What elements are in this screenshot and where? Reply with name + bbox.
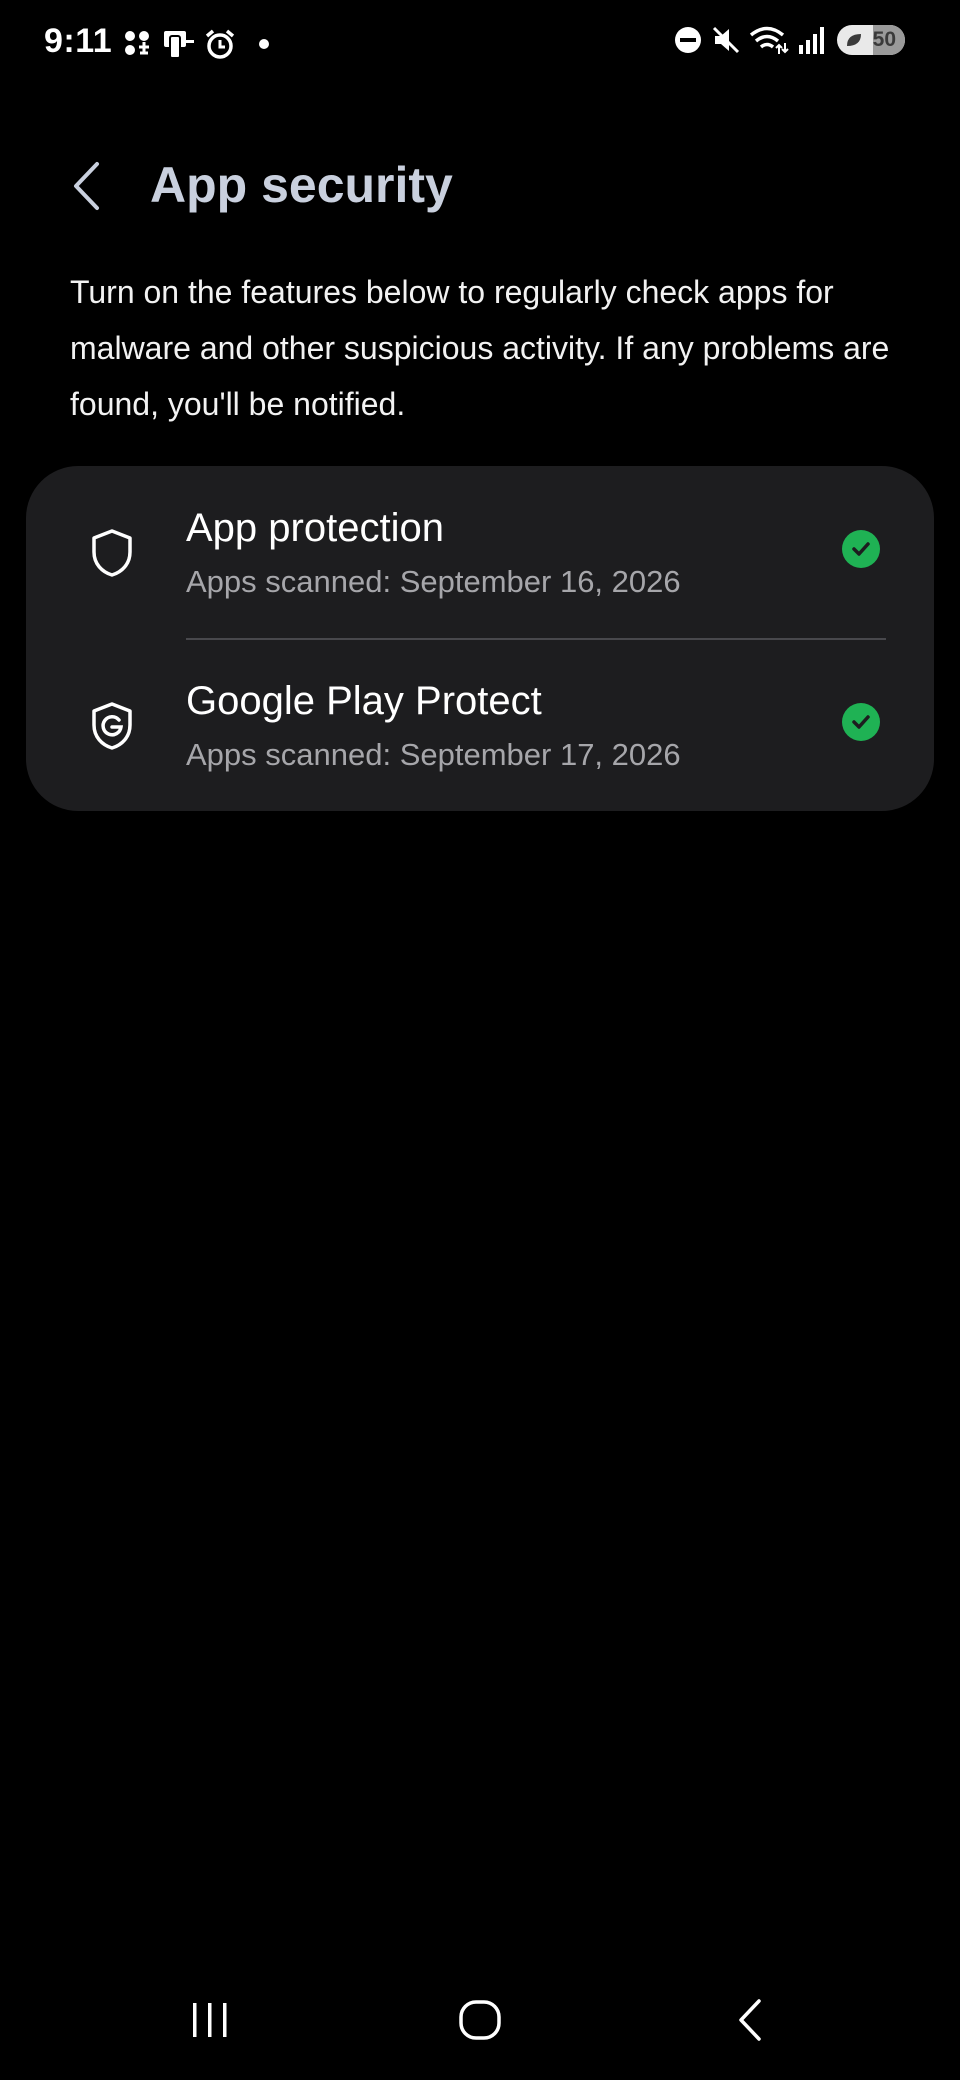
do-not-disturb-icon [673, 25, 703, 55]
page-title: App security [150, 157, 453, 213]
battery-icon: 50 [837, 25, 905, 55]
security-features-card: App protection Apps scanned: September 1… [26, 466, 934, 811]
google-play-protect-scan-date: Apps scanned: September 17, 2026 [186, 737, 681, 772]
back-button[interactable] [66, 158, 106, 214]
google-play-protect-title: Google Play Protect [186, 679, 542, 723]
alarm-icon [204, 28, 236, 60]
list-item-app-protection[interactable]: App protection Apps scanned: September 1… [26, 466, 934, 640]
signal-icon [797, 25, 829, 55]
list-item-google-play-protect[interactable]: Google Play Protect Apps scanned: Septem… [26, 639, 934, 811]
chevron-left-icon [74, 162, 99, 210]
status-left-icons [122, 28, 270, 60]
wifi-icon [749, 24, 789, 56]
description-text: Turn on the features below to regularly … [70, 274, 890, 422]
back-icon [739, 1999, 761, 2041]
status-bar: 9:11 50 [0, 0, 960, 90]
battery-level: 50 [872, 28, 896, 51]
navigation-bar [0, 1975, 960, 2065]
nav-back-button[interactable] [710, 1995, 790, 2045]
mute-icon [711, 25, 741, 55]
dot-icon [258, 38, 270, 50]
status-time: 9:11 [44, 22, 113, 60]
recents-icon [193, 2003, 227, 2037]
app-protection-title: App protection [186, 506, 444, 550]
shield-icon [88, 527, 136, 579]
check-circle-icon [842, 703, 880, 741]
home-button[interactable] [440, 1995, 520, 2045]
app-protection-scan-date: Apps scanned: September 16, 2026 [186, 564, 681, 599]
google-shield-icon [88, 700, 136, 752]
home-icon [459, 2000, 501, 2040]
device-notification-icon [162, 28, 196, 60]
grid-notification-icon [122, 28, 154, 60]
power-saving-leaf-icon [845, 32, 863, 48]
check-circle-icon [842, 530, 880, 568]
recents-button[interactable] [170, 1995, 250, 2045]
status-right-icons: 50 [673, 24, 905, 56]
